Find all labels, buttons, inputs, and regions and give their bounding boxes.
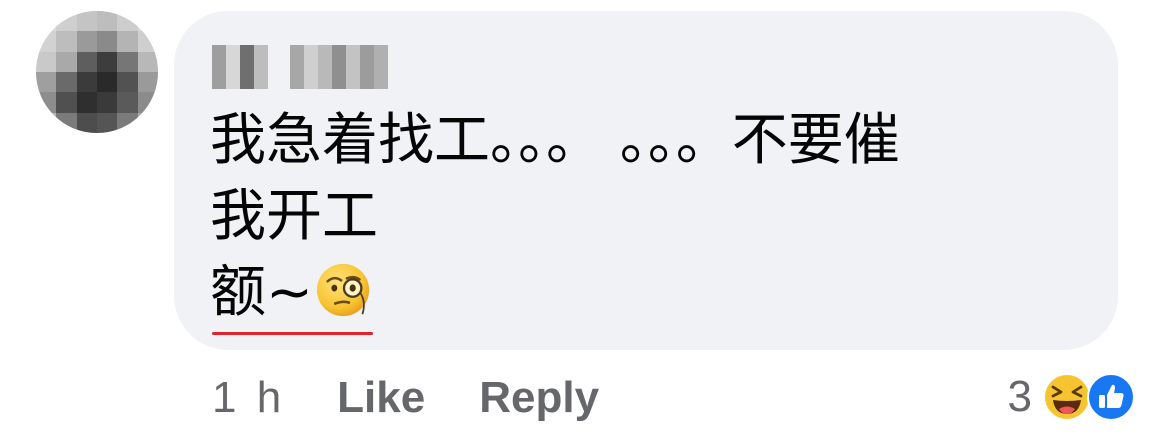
like-button[interactable]: Like (337, 373, 425, 423)
comment-line-1: 我急着找工。。。 。。。不要催 (210, 108, 900, 173)
comment: 我急着找工。。。 。。。不要催 我开工 额~ 1 h Like Reply 3 (0, 0, 1170, 435)
reply-button[interactable]: Reply (479, 373, 599, 423)
timestamp[interactable]: 1 h (212, 373, 285, 423)
avatar-pixelated-image (36, 11, 158, 133)
reaction-count: 3 (1007, 372, 1032, 421)
reactions-summary[interactable]: 3 (1008, 366, 1136, 428)
author-name-blurred[interactable] (212, 45, 388, 93)
laughing-face-icon (1043, 373, 1091, 421)
comment-text: 我急着找工。。。 。。。不要催 我开工 额~ (210, 103, 1090, 335)
avatar[interactable] (36, 11, 158, 133)
comment-line-3: 额~ (210, 255, 1090, 335)
comment-actions: 1 h Like Reply (212, 368, 599, 428)
comment-line-3-text: 额~ (210, 260, 313, 325)
comment-bubble: 我急着找工。。。 。。。不要催 我开工 额~ (174, 11, 1118, 350)
comment-line-2: 我开工 (210, 184, 378, 249)
face-with-monocle-icon (316, 263, 370, 317)
thumbs-up-icon (1087, 373, 1135, 421)
spellcheck-underline (212, 332, 373, 335)
